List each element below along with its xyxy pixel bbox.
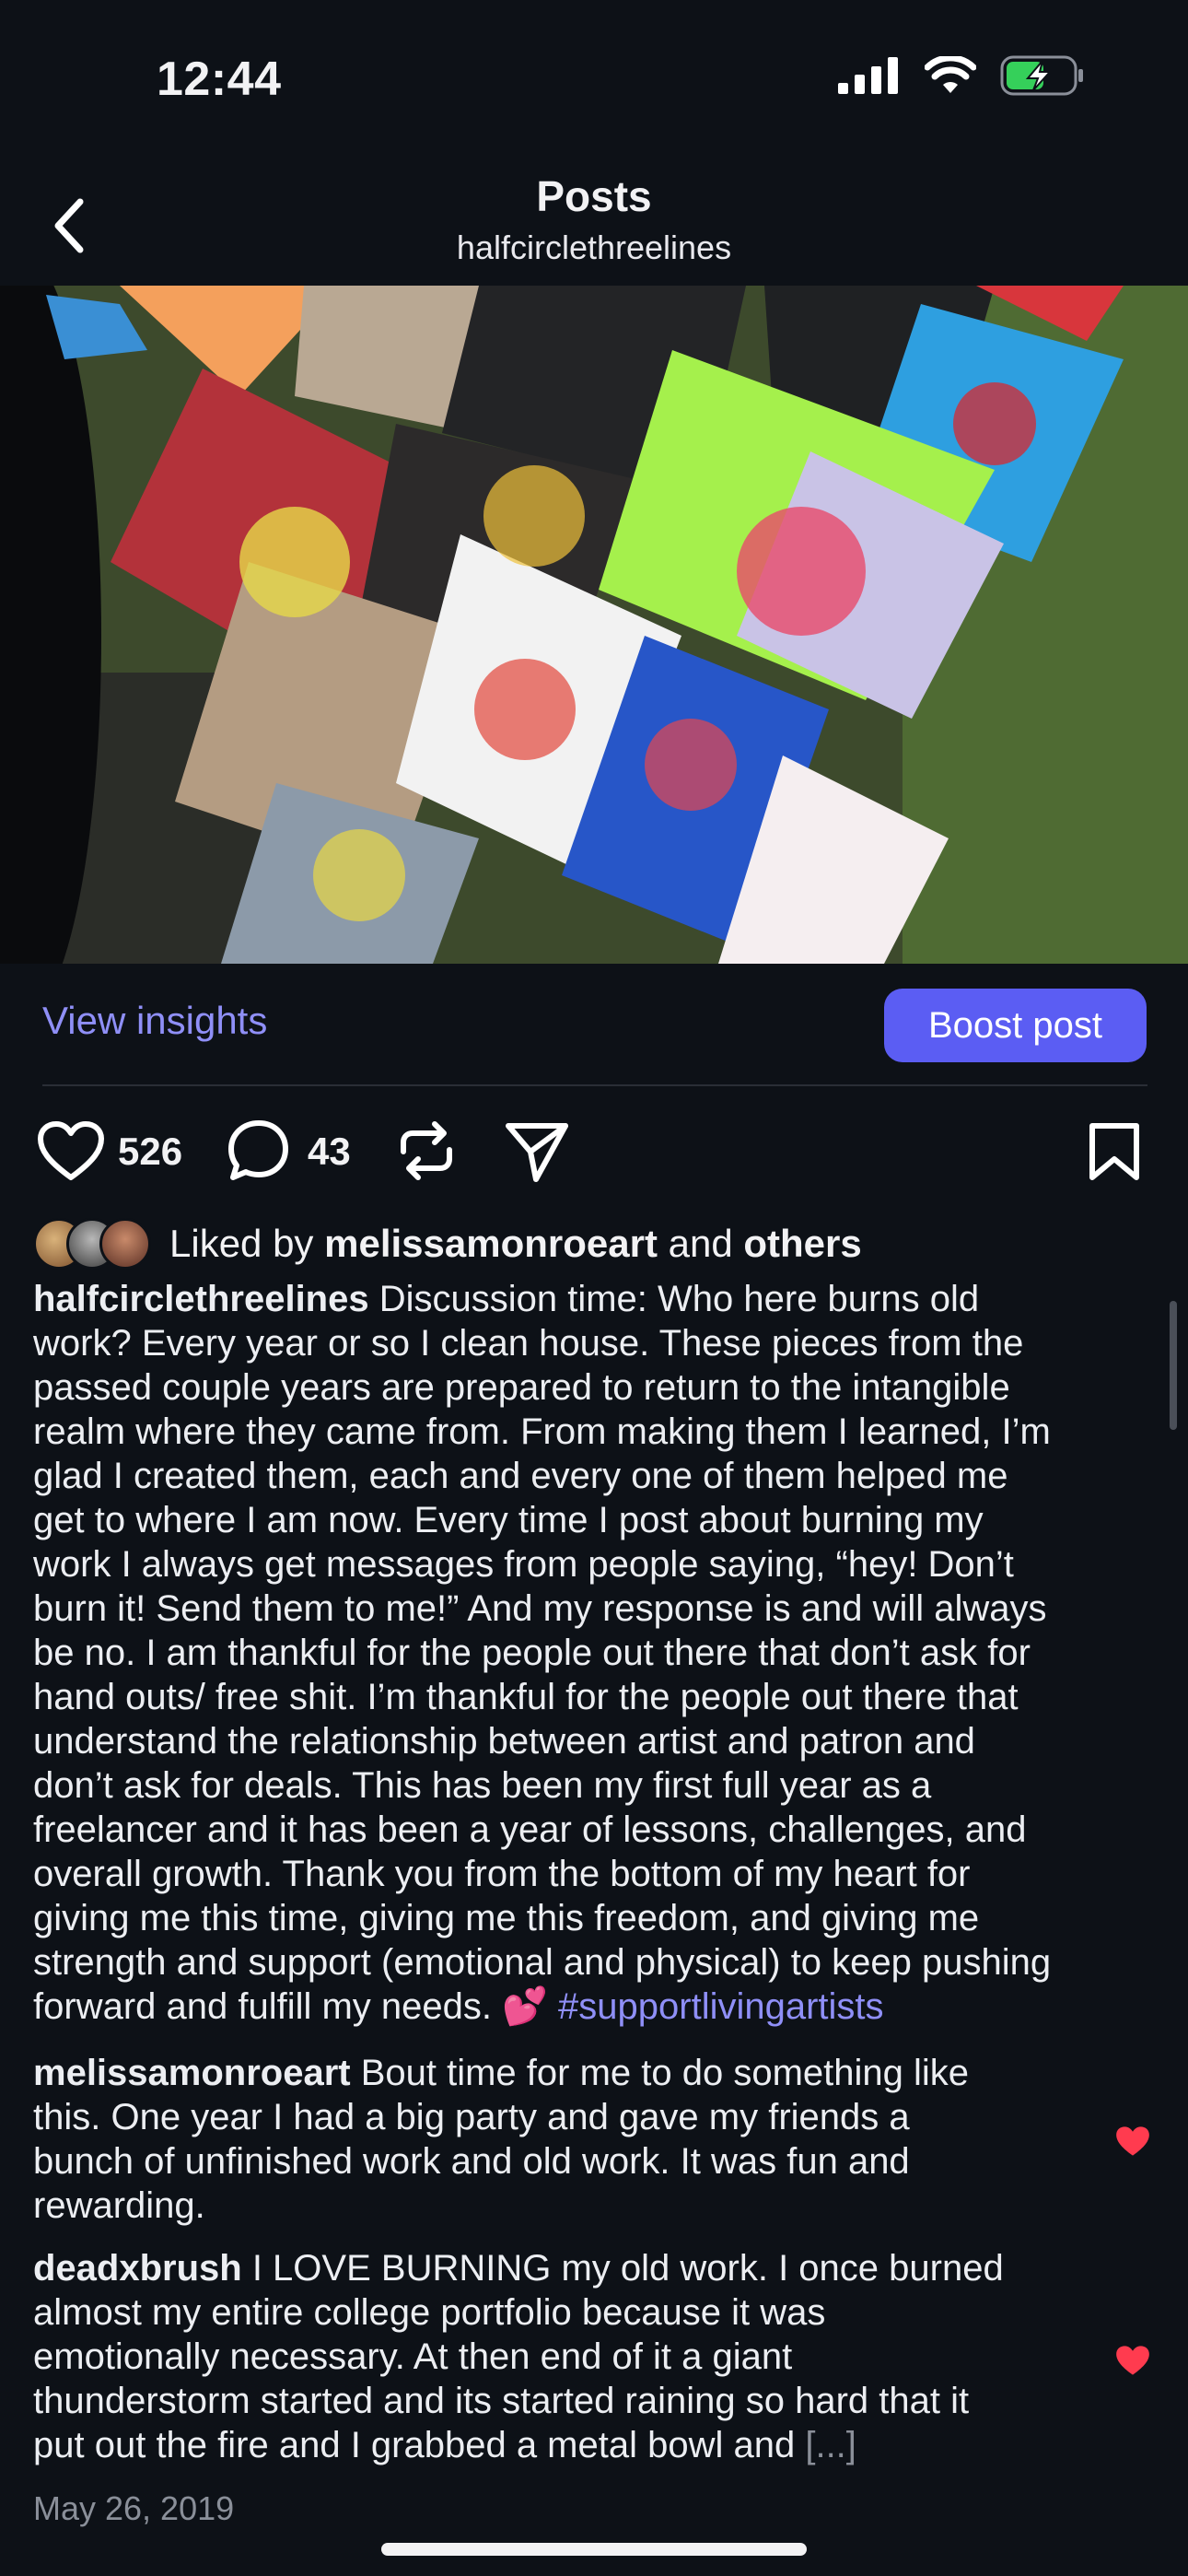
heart-filled-icon — [1116, 2346, 1149, 2375]
status-time: 12:44 — [157, 53, 282, 106]
repost-button[interactable] — [396, 1118, 457, 1188]
paper-plane-icon — [506, 1123, 568, 1182]
comment-username[interactable]: deadxbrush — [33, 2248, 242, 2289]
comment-item: deadxbrush I LOVE BURNING my old work. I… — [33, 2246, 1120, 2467]
page-title: Posts — [536, 172, 652, 220]
heart-outline-icon — [38, 1121, 104, 1180]
post-date: May 26, 2019 — [33, 2489, 235, 2527]
comment-count[interactable]: 43 — [308, 1130, 351, 1174]
comment-like-button[interactable] — [1114, 2125, 1151, 2162]
avatar — [99, 1218, 151, 1270]
liked-by-text: Liked by melissamonroeart and others — [169, 1222, 862, 1266]
comment-username[interactable]: melissamonroeart — [33, 2053, 351, 2093]
view-insights-link[interactable]: View insights — [42, 999, 267, 1043]
liked-by-and: and — [657, 1222, 744, 1265]
caption-text: Discussion time: Who here burns old work… — [33, 1279, 1052, 2027]
post-photo[interactable] — [0, 286, 1188, 964]
comment-more-link[interactable]: [...] — [805, 2425, 856, 2465]
bookmark-icon — [1089, 1123, 1139, 1180]
page-subtitle: halfcirclethreelines — [456, 228, 732, 266]
status-icons — [838, 55, 1085, 96]
divider — [42, 1084, 1147, 1086]
heart-filled-icon — [1116, 2126, 1149, 2156]
battery-charging-icon — [1000, 55, 1083, 96]
scrollbar[interactable] — [1170, 1301, 1177, 1430]
artwork-photo-image — [0, 286, 1188, 964]
like-button[interactable] — [37, 1120, 105, 1186]
liked-by-prefix: Liked by — [169, 1222, 325, 1265]
comment-like-button[interactable] — [1114, 2344, 1151, 2382]
home-indicator[interactable] — [381, 2543, 807, 2556]
cellular-signal-icon — [838, 57, 898, 94]
caption-username[interactable]: halfcirclethreelines — [33, 1279, 369, 1319]
comment-button[interactable] — [227, 1118, 291, 1188]
liked-by-user[interactable]: melissamonroeart — [324, 1222, 658, 1265]
boost-post-button[interactable]: Boost post — [884, 989, 1147, 1062]
repost-icon — [401, 1121, 452, 1180]
caption-hashtag[interactable]: #supportlivingartists — [558, 1986, 884, 2027]
post-caption: halfcirclethreelines Discussion time: Wh… — [33, 1277, 1157, 2029]
comment-bubble-icon — [228, 1120, 288, 1180]
wifi-icon — [925, 56, 976, 93]
comment-item: melissamonroeart Bout time for me to do … — [33, 2051, 1120, 2228]
liked-by-row[interactable]: Liked by melissamonroeart and others — [33, 1218, 862, 1270]
like-count[interactable]: 526 — [118, 1130, 182, 1174]
liked-by-others[interactable]: others — [743, 1222, 861, 1265]
share-button[interactable] — [503, 1118, 571, 1189]
save-button[interactable] — [1087, 1120, 1142, 1188]
